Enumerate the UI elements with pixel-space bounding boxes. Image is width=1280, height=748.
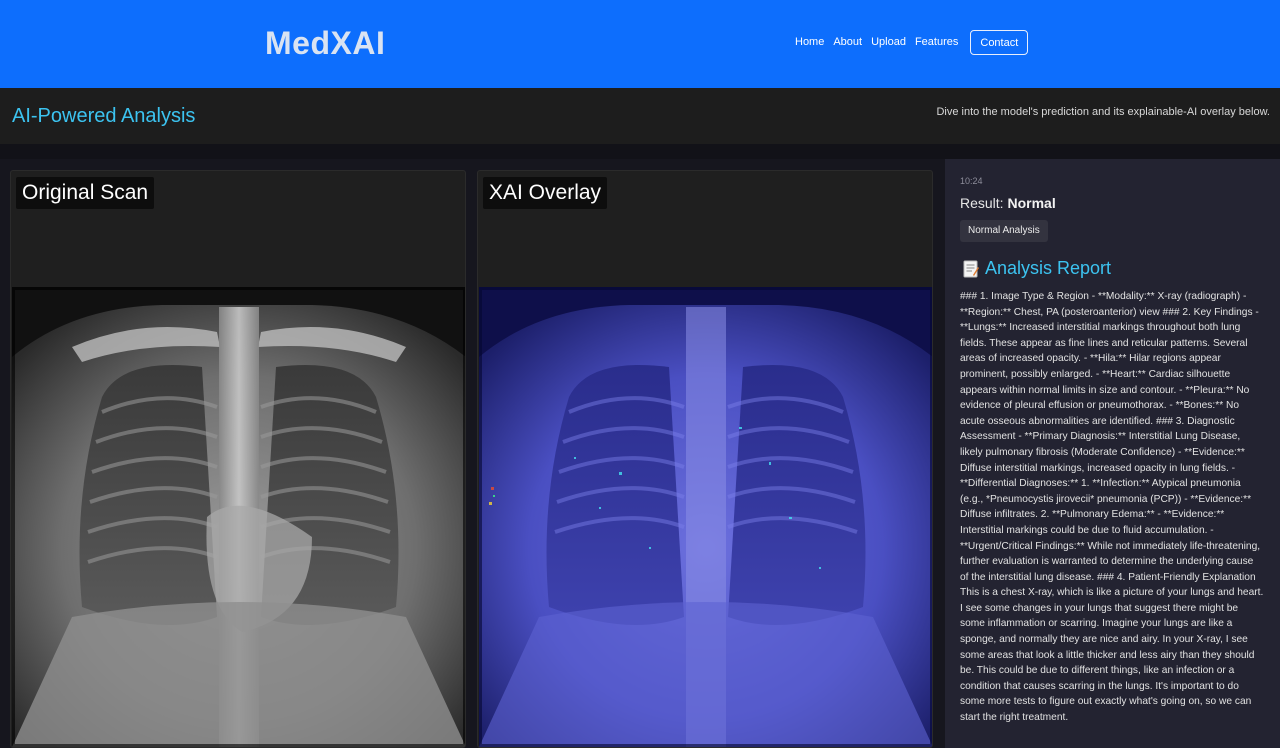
result-timestamp: 10:24 <box>960 176 983 186</box>
page-header: AI-Powered Analysis Dive into the model'… <box>0 88 1280 144</box>
nav-about-link[interactable]: About <box>833 30 862 55</box>
result-sidebar: 10:24 Result: Normal Normal Analysis Ana… <box>945 159 1280 748</box>
nav-upload-link[interactable]: Upload <box>871 30 906 55</box>
result-label: Result: <box>960 195 1004 211</box>
nav-features-link[interactable]: Features <box>915 30 958 55</box>
xai-overlay-panel: XAI Overlay <box>477 170 933 748</box>
top-navbar: MedXAI Home About Upload Features Contac… <box>0 0 1280 88</box>
page-title: AI-Powered Analysis <box>12 105 196 127</box>
original-xray-image <box>12 287 465 747</box>
result-line: Result: Normal <box>960 195 1056 211</box>
report-heading: Analysis Report <box>963 258 1111 279</box>
original-scan-panel: Original Scan <box>10 170 466 748</box>
original-scan-label: Original Scan <box>16 177 155 209</box>
divider <box>0 144 1280 159</box>
main-nav: Home About Upload Features Contact <box>795 30 1029 55</box>
report-title: Analysis Report <box>985 258 1112 278</box>
brand-logo[interactable]: MedXAI <box>265 25 385 62</box>
page-tagline: Dive into the model's prediction and its… <box>936 106 1270 118</box>
xai-overlay-label: XAI Overlay <box>483 177 608 209</box>
xai-overlay-image <box>479 287 932 747</box>
memo-icon <box>963 260 979 277</box>
analysis-badge[interactable]: Normal Analysis <box>960 220 1048 242</box>
result-value: Normal <box>1007 195 1056 211</box>
contact-button[interactable]: Contact <box>970 30 1029 55</box>
nav-home-link[interactable]: Home <box>795 30 824 55</box>
report-text: ### 1. Image Type & Region - **Modality:… <box>960 291 1264 724</box>
